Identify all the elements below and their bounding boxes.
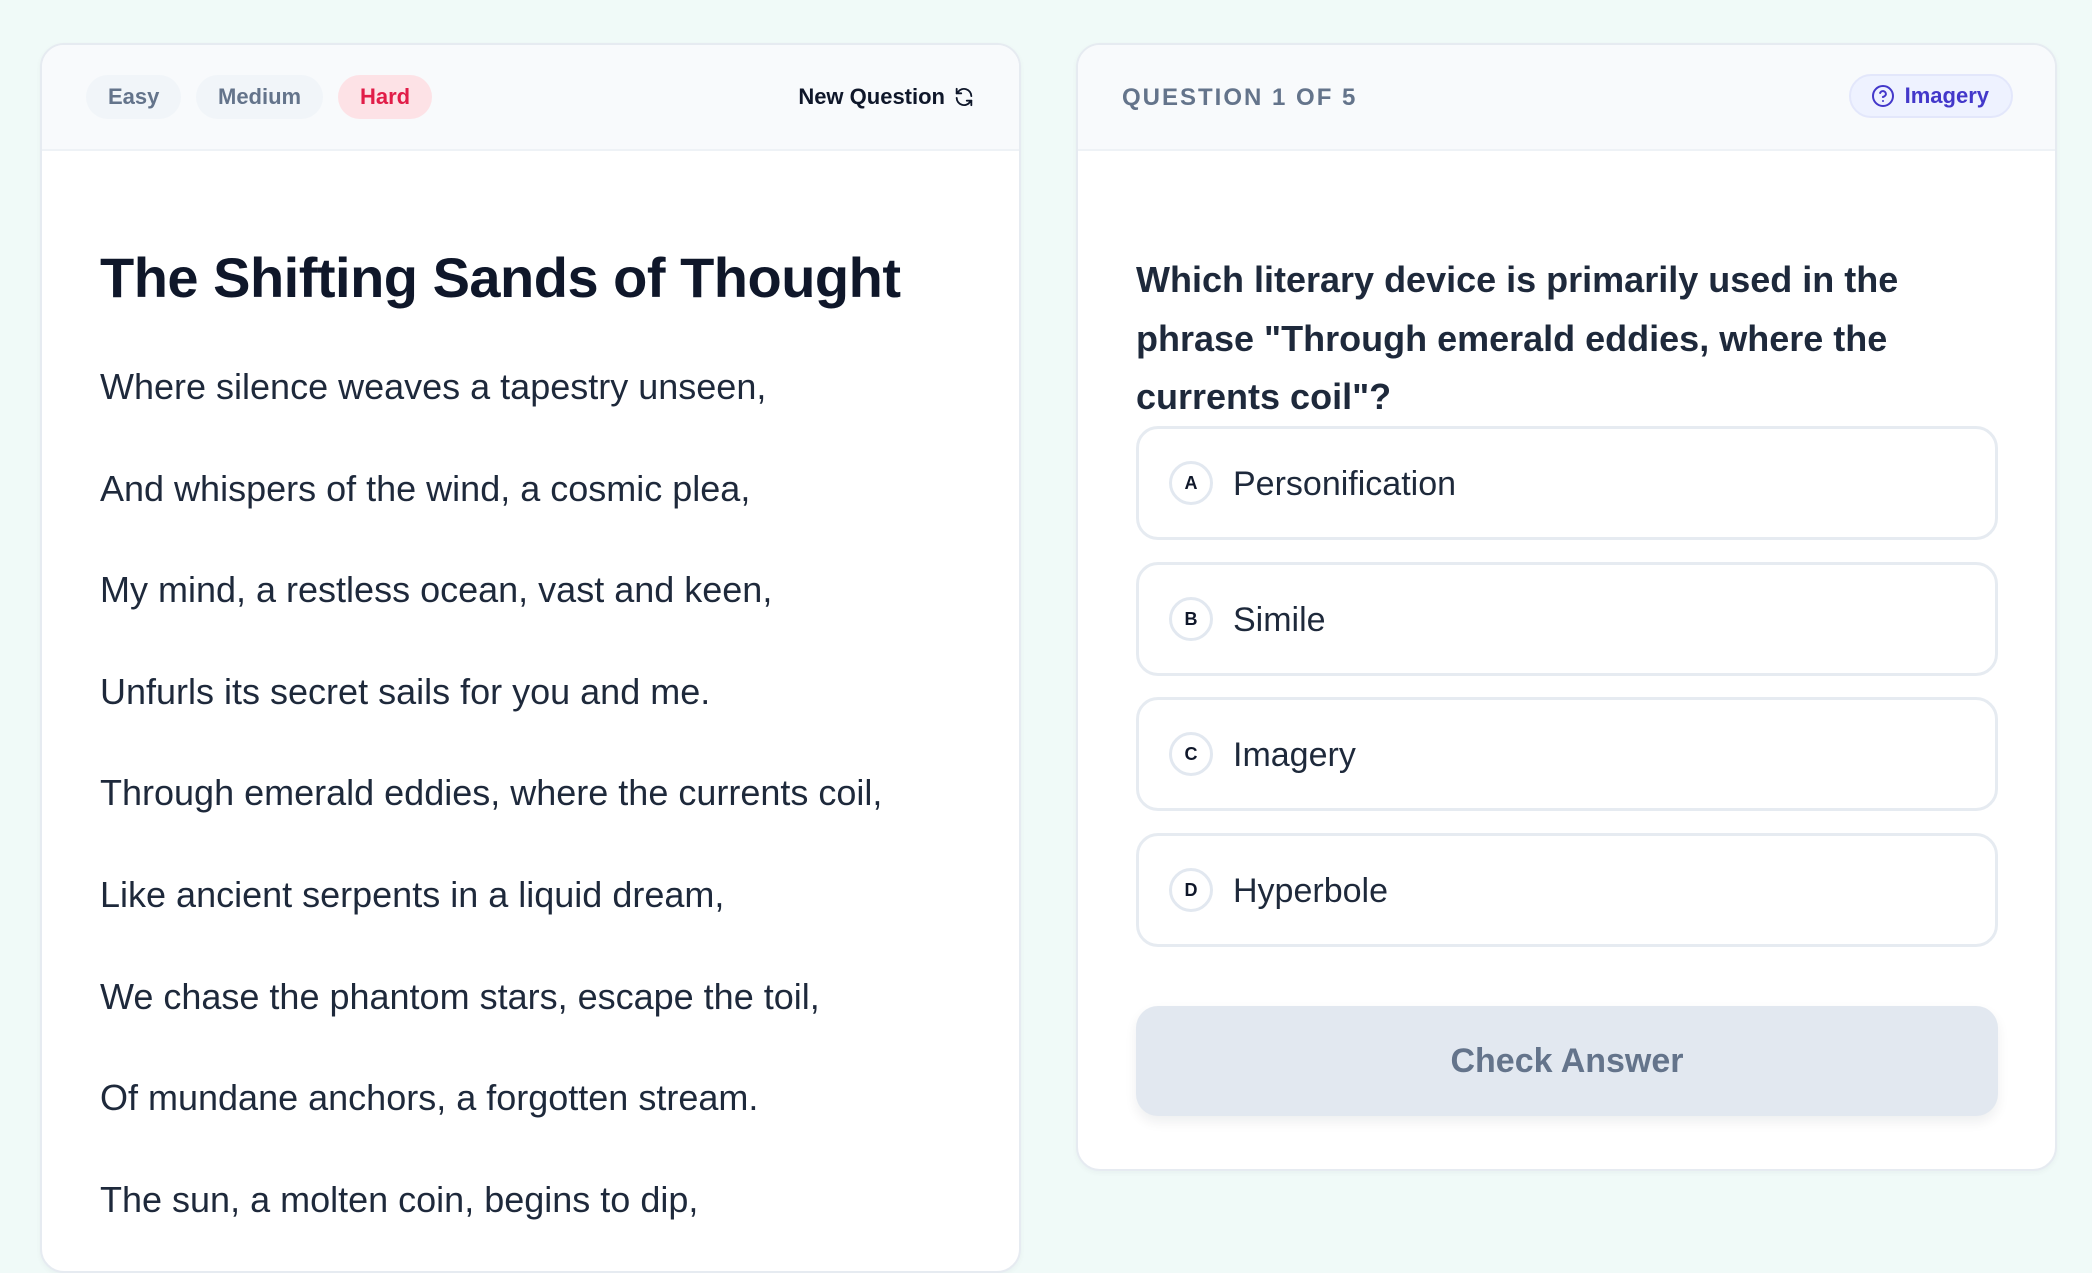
option-letter-badge: C <box>1169 732 1213 776</box>
question-circle-icon <box>1871 85 1894 107</box>
new-question-button[interactable]: New Question <box>798 75 975 119</box>
question-counter: QUESTION 1 OF 5 <box>1122 84 1358 111</box>
poem-line: Unfurls its secret sails for you and me. <box>100 670 711 712</box>
answer-option-b[interactable]: B Simile <box>1136 562 1998 676</box>
option-label: Hyperbole <box>1233 872 1388 910</box>
topic-label: Imagery <box>1904 83 1989 108</box>
poem-line: Of mundane anchors, a forgotten stream. <box>100 1077 759 1119</box>
poem-line: Through emerald eddies, where the curren… <box>100 772 883 814</box>
option-label: Personification <box>1233 465 1457 503</box>
option-label: Imagery <box>1233 736 1356 774</box>
difficulty-medium-button[interactable]: Medium <box>196 75 324 119</box>
quiz-panel: QUESTION 1 OF 5 Imagery Which literary d… <box>1076 43 2057 1171</box>
poem-line: Like ancient serpents in a liquid dream, <box>100 873 725 915</box>
answer-option-a[interactable]: A Personification <box>1136 426 1998 540</box>
poem-line: The sun, a molten coin, begins to dip, <box>100 1178 699 1220</box>
check-answer-button[interactable]: Check Answer <box>1136 1006 1998 1116</box>
option-letter-badge: A <box>1169 461 1213 505</box>
new-question-label: New Question <box>798 84 945 109</box>
option-label: Simile <box>1233 601 1326 639</box>
quiz-header: QUESTION 1 OF 5 Imagery <box>1078 45 2055 151</box>
poem-line: And whispers of the wind, a cosmic plea, <box>100 467 751 509</box>
poem-line: My mind, a restless ocean, vast and keen… <box>100 569 773 611</box>
poem-body: Where silence weaves a tapestry unseen, … <box>100 363 883 1271</box>
difficulty-toolbar: Easy Medium Hard New Question <box>42 45 1019 151</box>
difficulty-hard-button[interactable]: Hard <box>338 75 433 119</box>
topic-badge: Imagery <box>1848 74 2013 118</box>
poem-title: The Shifting Sands of Thought <box>100 246 901 309</box>
poem-line: Where silence weaves a tapestry unseen, <box>100 366 767 407</box>
answer-option-c[interactable]: C Imagery <box>1136 697 1998 811</box>
option-letter-badge: D <box>1169 868 1213 912</box>
poem-panel: Easy Medium Hard New Question The Shifti… <box>40 43 1021 1273</box>
answer-option-d[interactable]: D Hyperbole <box>1136 833 1998 947</box>
question-text: Which literary device is primarily used … <box>1136 259 1899 417</box>
option-letter-badge: B <box>1169 597 1213 641</box>
difficulty-easy-button[interactable]: Easy <box>86 75 182 119</box>
poem-line: We chase the phantom stars, escape the t… <box>100 975 820 1017</box>
refresh-icon <box>955 87 973 107</box>
